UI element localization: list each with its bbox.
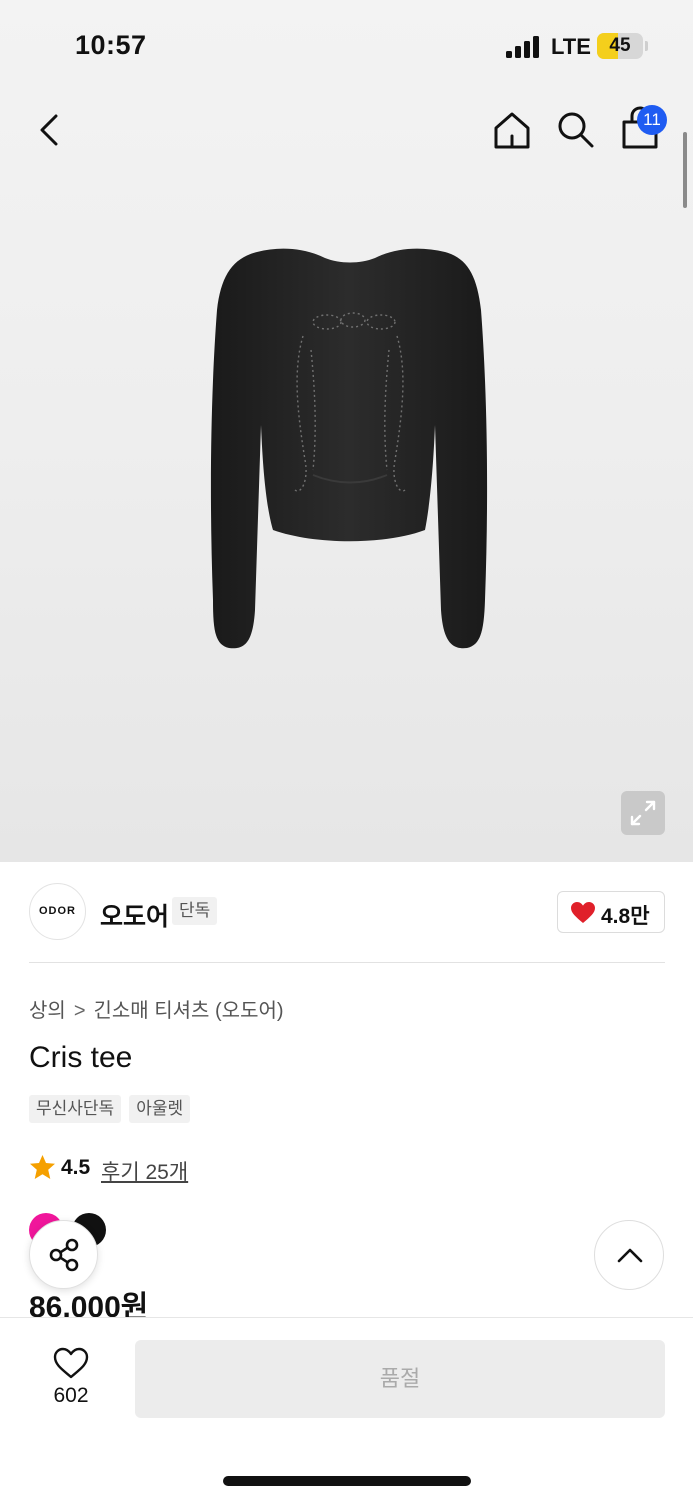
tag-outlet: 아울렛 — [129, 1095, 191, 1123]
expand-button[interactable] — [621, 791, 665, 835]
breadcrumb-category[interactable]: 상의 — [29, 1000, 66, 1022]
tag-exclusive: 무신사단독 — [29, 1095, 122, 1123]
review-link[interactable]: 후기 25개 — [101, 1156, 188, 1186]
soldout-button[interactable]: 품절 — [135, 1340, 665, 1418]
share-icon — [49, 1238, 79, 1272]
cart-count-badge: 11 — [637, 105, 667, 135]
divider — [29, 962, 665, 963]
breadcrumb-separator: > — [73, 1000, 86, 1022]
breadcrumb-subcategory[interactable]: 긴소매 티셔츠 (오도어) — [94, 1000, 284, 1022]
brand-logo[interactable]: ODOR — [29, 883, 86, 940]
wishlist-button[interactable]: 602 — [42, 1342, 100, 1412]
brand-like-count: 4.8만 — [601, 905, 650, 928]
network-label: LTE — [551, 34, 591, 59]
star-icon — [30, 1155, 55, 1179]
home-icon[interactable] — [490, 109, 534, 151]
scrollbar[interactable] — [683, 132, 687, 208]
product-image[interactable] — [205, 240, 495, 660]
battery-icon: 45 — [597, 33, 643, 59]
brand-name[interactable]: 오도어 — [100, 897, 169, 933]
signal-icon — [506, 36, 539, 58]
chevron-left-icon[interactable] — [34, 110, 68, 150]
expand-icon — [630, 800, 656, 826]
status-bar: 10:57 LTE 45 — [0, 0, 693, 92]
status-time: 10:57 — [75, 30, 147, 60]
breadcrumb: 상의 > 긴소매 티셔츠 (오도어) — [29, 994, 284, 1023]
product-tags: 무신사단독 아울렛 — [29, 1095, 191, 1123]
rating-value: 4.5 — [61, 1156, 91, 1179]
share-button[interactable] — [29, 1220, 98, 1289]
chevron-up-icon — [617, 1248, 643, 1263]
home-indicator — [223, 1476, 471, 1486]
exclusive-badge: 단독 — [172, 897, 218, 925]
brand-like-button[interactable]: 4.8만 — [557, 891, 665, 933]
product-title: Cris tee — [29, 1041, 133, 1074]
heart-filled-icon — [571, 902, 595, 923]
scroll-top-button[interactable] — [594, 1220, 664, 1290]
battery-tip — [645, 41, 648, 51]
brand-row: ODOR 오도어 단독 4.8만 — [29, 883, 665, 943]
search-icon[interactable] — [556, 110, 596, 150]
heart-outline-icon — [53, 1347, 89, 1379]
battery-level: 45 — [609, 35, 631, 56]
wishlist-count: 602 — [53, 1384, 89, 1407]
